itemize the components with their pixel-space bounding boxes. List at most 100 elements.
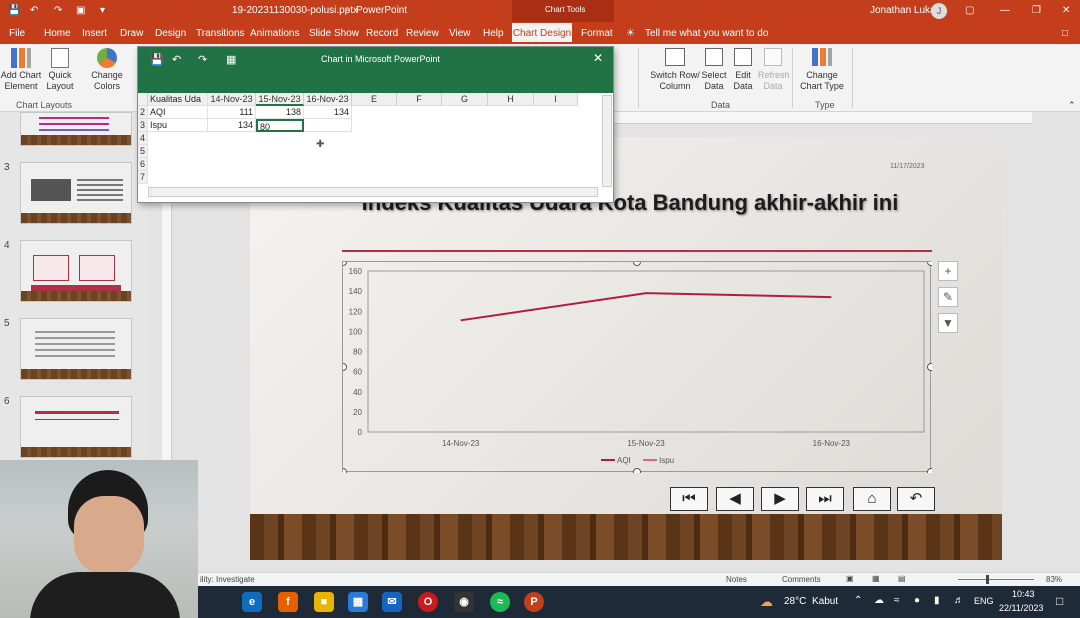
- normal-view-icon[interactable]: ▣: [846, 574, 854, 583]
- cell-D2[interactable]: 134: [304, 106, 352, 119]
- wifi-icon[interactable]: ≈: [894, 595, 900, 606]
- chart-styles-button[interactable]: ✎: [938, 287, 958, 307]
- weather-temp[interactable]: 28°C: [784, 596, 806, 607]
- language-indicator[interactable]: ENG: [974, 596, 994, 606]
- row-header[interactable]: 6: [138, 158, 148, 171]
- select-all-corner[interactable]: [138, 93, 148, 106]
- cell-C3-editing[interactable]: 80: [256, 119, 304, 132]
- row-header[interactable]: 4: [138, 132, 148, 145]
- return-button[interactable]: ↶: [897, 487, 935, 511]
- tab-transitions[interactable]: Transitions: [196, 28, 245, 39]
- collapse-ribbon-icon[interactable]: ⌃: [1068, 100, 1076, 111]
- cell-A2[interactable]: AQI: [148, 106, 208, 119]
- undo-icon[interactable]: ↶: [30, 5, 38, 16]
- close-icon[interactable]: ✕: [593, 51, 603, 65]
- row-header[interactable]: 2: [138, 106, 148, 119]
- store-icon[interactable]: ▦: [348, 592, 368, 612]
- reading-view-icon[interactable]: ▤: [898, 574, 906, 583]
- spreadsheet-grid[interactable]: Kualitas Uda 14-Nov-23 15-Nov-23 16-Nov-…: [138, 93, 614, 233]
- tab-insert[interactable]: Insert: [82, 28, 107, 39]
- edit-data-button[interactable]: Edit Data: [728, 48, 758, 92]
- obs-icon[interactable]: ◉: [454, 592, 474, 612]
- tab-help[interactable]: Help: [483, 28, 504, 39]
- comments-icon[interactable]: □: [1062, 28, 1068, 39]
- select-data-button[interactable]: Select Data: [700, 48, 728, 92]
- horizontal-scrollbar[interactable]: [148, 187, 598, 197]
- zoom-slider-thumb[interactable]: [986, 575, 989, 584]
- home-button[interactable]: ⌂: [853, 487, 891, 511]
- slide-thumbnail[interactable]: [20, 162, 132, 224]
- redo-icon[interactable]: ↷: [198, 53, 207, 66]
- tab-format[interactable]: Format: [581, 28, 613, 39]
- save-icon[interactable]: 💾: [8, 5, 20, 16]
- slide-sorter-icon[interactable]: ▦: [872, 574, 880, 583]
- column-header-h[interactable]: H: [488, 93, 534, 106]
- ribbon-display-icon[interactable]: ▢: [965, 5, 974, 16]
- refresh-data-button[interactable]: Refresh Data: [758, 48, 790, 92]
- close-icon[interactable]: ✕: [1062, 5, 1070, 16]
- cell-D1[interactable]: 16-Nov-23: [304, 93, 352, 106]
- tell-me-search[interactable]: Tell me what you want to do: [645, 28, 768, 39]
- accessibility-status[interactable]: ility: Investigate: [200, 575, 255, 584]
- notifications-icon[interactable]: □: [1056, 594, 1063, 608]
- cell-A3[interactable]: Ispu: [148, 119, 208, 132]
- cell-B3[interactable]: 134: [208, 119, 256, 132]
- volume-icon[interactable]: ♬: [954, 595, 964, 606]
- cell-B2[interactable]: 111: [208, 106, 256, 119]
- avatar[interactable]: J: [931, 3, 947, 19]
- cell-B1[interactable]: 14-Nov-23: [208, 93, 256, 106]
- change-chart-type-button[interactable]: Change Chart Type: [798, 48, 846, 92]
- cell-A1[interactable]: Kualitas Uda: [148, 93, 208, 106]
- tab-view[interactable]: View: [449, 28, 471, 39]
- firefox-icon[interactable]: f: [278, 592, 298, 612]
- switch-row-column-button[interactable]: Switch Row/ Column: [650, 48, 700, 92]
- file-explorer-icon[interactable]: ■: [314, 592, 334, 612]
- last-slide-button[interactable]: ⏭: [806, 487, 844, 511]
- weather-desc[interactable]: Kabut: [812, 596, 838, 607]
- slide-thumbnail[interactable]: [20, 318, 132, 380]
- column-header-i[interactable]: I: [534, 93, 578, 106]
- tab-animations[interactable]: Animations: [250, 28, 299, 39]
- spotify-icon[interactable]: ≈: [490, 592, 510, 612]
- chart-data-window[interactable]: 💾 ↶ ↷ ▦ Chart in Microsoft PowerPoint ✕ …: [137, 46, 614, 203]
- zoom-level[interactable]: 83%: [1046, 575, 1062, 584]
- cell-C2[interactable]: 138: [256, 106, 304, 119]
- line-chart[interactable]: 0 20 40 60 80 100 120 140 160 14-Nov-23 15-Nov-23 1…: [343, 262, 932, 473]
- column-header-g[interactable]: G: [442, 93, 488, 106]
- add-chart-element-button[interactable]: Add Chart Element: [0, 48, 42, 92]
- mail-icon[interactable]: ✉: [382, 592, 402, 612]
- change-colors-button[interactable]: Change Colors: [88, 48, 126, 92]
- clock-date[interactable]: 22/11/2023: [999, 603, 1043, 613]
- tab-draw[interactable]: Draw: [120, 28, 143, 39]
- clock-time[interactable]: 10:43: [1012, 589, 1035, 599]
- powerpoint-icon[interactable]: P: [524, 592, 544, 612]
- row-header[interactable]: 5: [138, 145, 148, 158]
- tab-review[interactable]: Review: [406, 28, 439, 39]
- prev-button[interactable]: ◀: [716, 487, 754, 511]
- tab-file[interactable]: File: [9, 28, 25, 39]
- column-header-f[interactable]: F: [397, 93, 442, 106]
- opera-icon[interactable]: O: [418, 592, 438, 612]
- tab-record[interactable]: Record: [366, 28, 398, 39]
- restore-icon[interactable]: ❐: [1032, 5, 1041, 16]
- tab-home[interactable]: Home: [44, 28, 71, 39]
- column-header-e[interactable]: E: [352, 93, 397, 106]
- present-icon[interactable]: ▣: [76, 5, 85, 16]
- row-header[interactable]: 7: [138, 171, 148, 184]
- slide-thumbnail[interactable]: [20, 112, 132, 146]
- chart-frame[interactable]: 0 20 40 60 80 100 120 140 160 14-Nov-23 15-Nov-23 1…: [342, 261, 932, 473]
- redo-icon[interactable]: ↷: [54, 5, 62, 16]
- next-button[interactable]: ▶: [761, 487, 799, 511]
- row-header[interactable]: 3: [138, 119, 148, 132]
- edge-icon[interactable]: e: [242, 592, 262, 612]
- tray-chevron-icon[interactable]: ⌃: [854, 595, 862, 606]
- tab-design[interactable]: Design: [155, 28, 186, 39]
- minimize-icon[interactable]: —: [1000, 5, 1010, 16]
- undo-icon[interactable]: ↶: [172, 53, 181, 66]
- notes-button[interactable]: Notes: [726, 575, 747, 584]
- microphone-icon[interactable]: ●: [914, 595, 920, 606]
- comments-button[interactable]: Comments: [782, 575, 821, 584]
- save-icon[interactable]: 💾: [150, 53, 164, 66]
- vertical-scrollbar[interactable]: [602, 95, 612, 187]
- edit-in-excel-icon[interactable]: ▦: [226, 53, 236, 66]
